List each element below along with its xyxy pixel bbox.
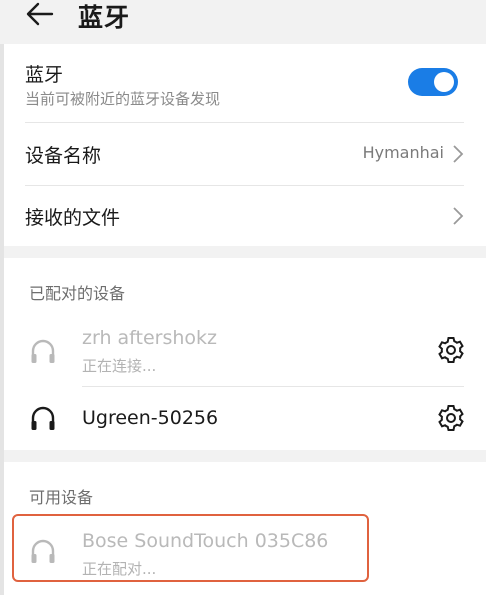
back-arrow-icon[interactable] (26, 2, 54, 26)
paired-device-row[interactable]: Ugreen-50256 (4, 387, 486, 449)
device-status: 正在连接... (82, 357, 157, 375)
highlight-box (12, 514, 369, 582)
bluetooth-toggle-row[interactable]: 蓝牙 当前可被附近的蓝牙设备发现 (4, 44, 486, 122)
page-title: 蓝牙 (78, 3, 131, 32)
headphones-icon (31, 406, 55, 430)
switch-knob (434, 72, 454, 92)
paired-devices-card: 已配对的设备 zrh aftershokz 正在连接... Ugreen-502… (4, 258, 486, 450)
device-name-value: Hymanhai (362, 143, 444, 162)
bluetooth-label: 蓝牙 (25, 64, 64, 86)
bluetooth-subtitle: 当前可被附近的蓝牙设备发现 (25, 90, 221, 108)
received-files-row[interactable]: 接收的文件 (4, 186, 486, 246)
settings-card: 蓝牙 当前可被附近的蓝牙设备发现 设备名称 Hymanhai 接收的文件 (4, 44, 486, 246)
bluetooth-switch[interactable] (408, 68, 458, 96)
chevron-right-icon (453, 207, 464, 225)
device-name-label: 设备名称 (25, 145, 102, 167)
headphones-icon (31, 339, 55, 363)
app-header: 蓝牙 (0, 0, 486, 44)
chevron-right-icon (453, 145, 464, 163)
gear-icon[interactable] (436, 335, 466, 365)
paired-device-row[interactable]: zrh aftershokz 正在连接... (4, 318, 486, 386)
device-name-row[interactable]: 设备名称 Hymanhai (4, 123, 486, 185)
paired-section-label: 已配对的设备 (29, 284, 126, 303)
received-files-label: 接收的文件 (25, 207, 121, 229)
gear-icon[interactable] (436, 403, 466, 433)
available-section-label: 可用设备 (29, 488, 94, 507)
device-name: Ugreen-50256 (82, 407, 219, 429)
device-name: zrh aftershokz (82, 327, 218, 349)
